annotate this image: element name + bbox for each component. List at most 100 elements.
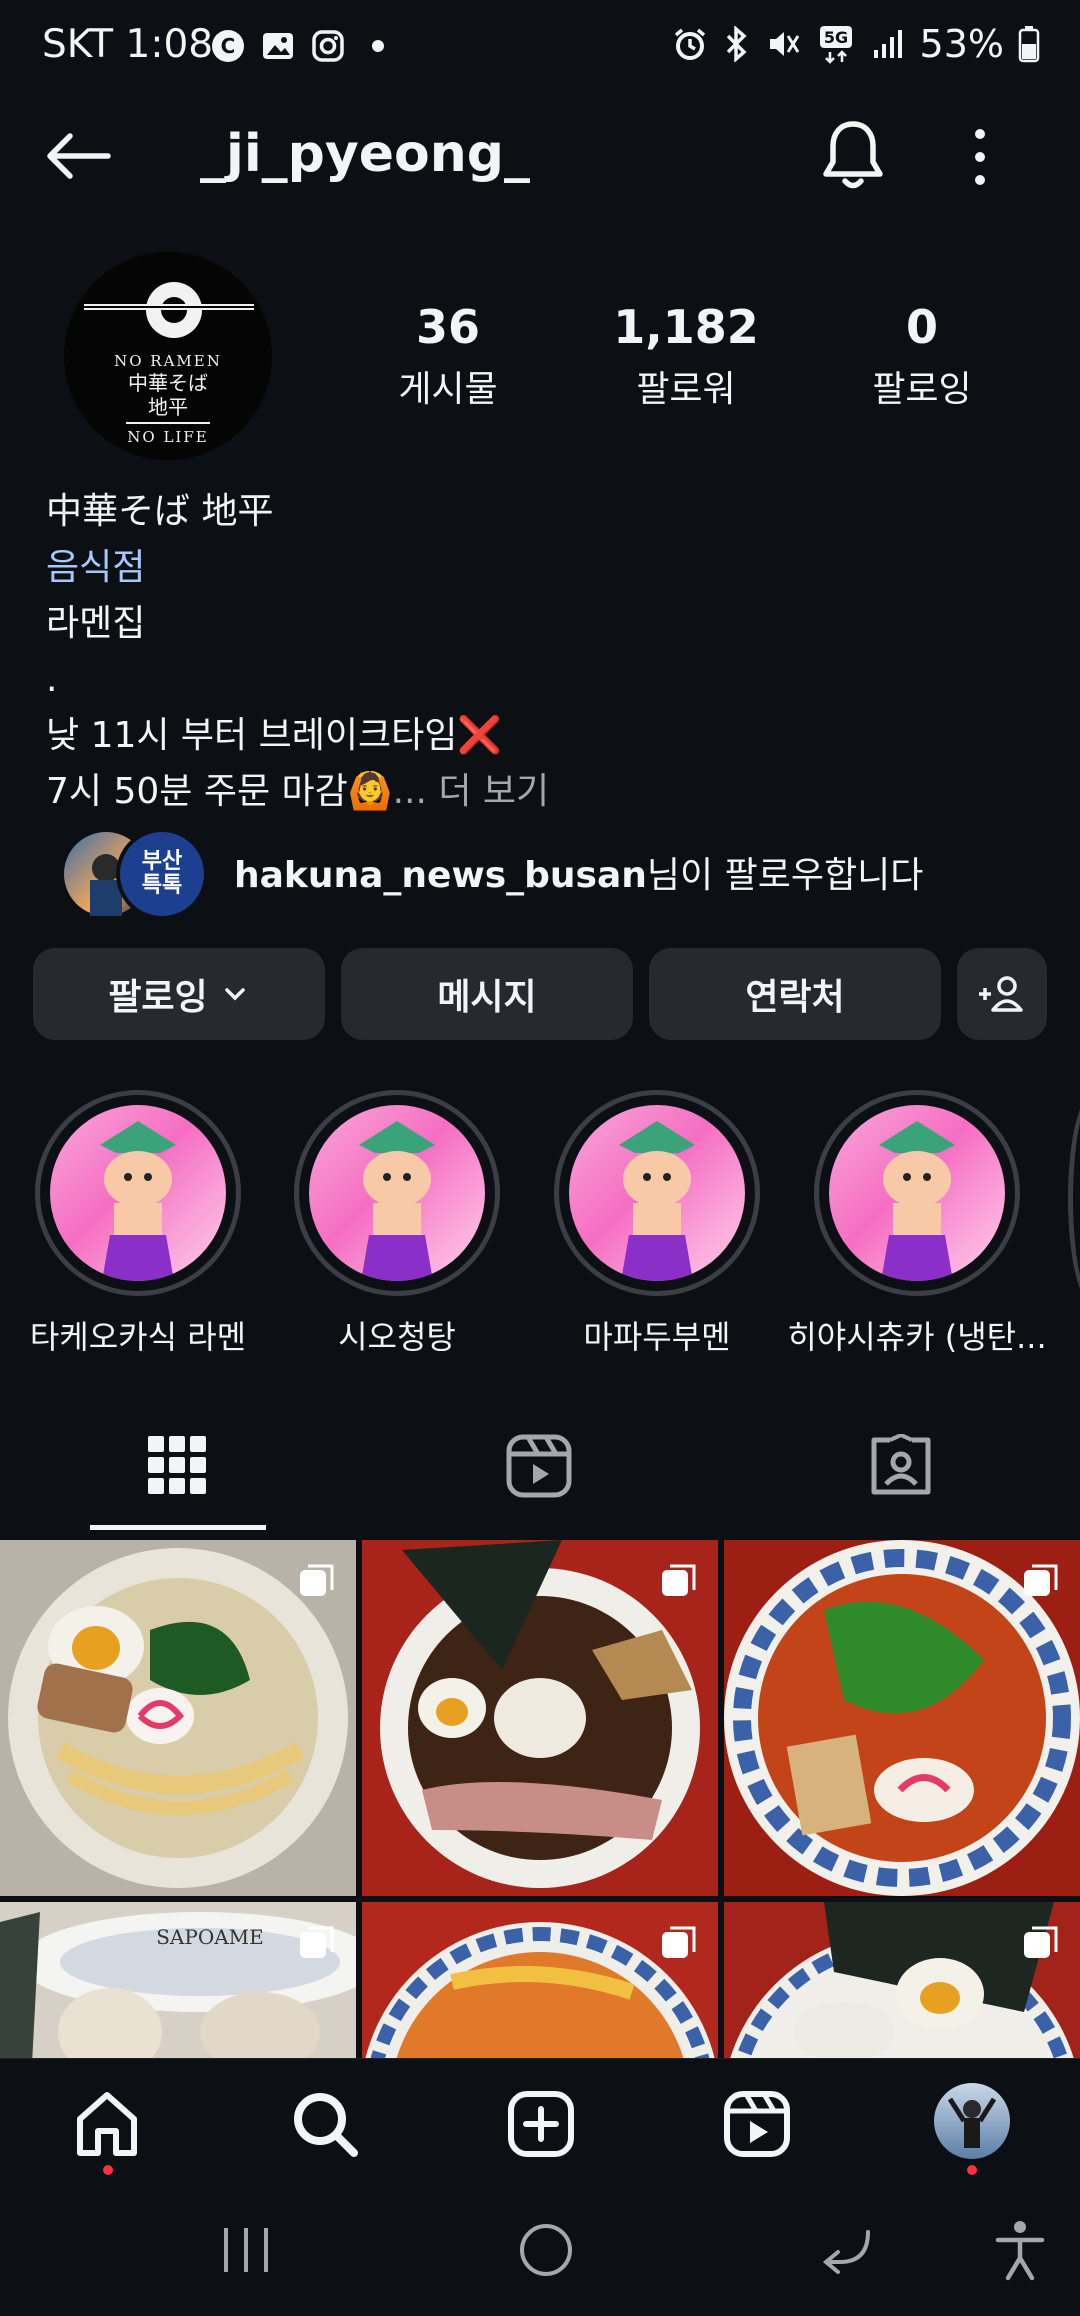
svg-text:NO LIFE: NO LIFE [127, 428, 208, 446]
contact-button[interactable]: 연락처 [649, 948, 941, 1040]
highlight-cover [569, 1105, 745, 1281]
svg-text:5G: 5G [823, 28, 847, 47]
5g-icon: 5G [819, 26, 852, 64]
status-time: SKT 1:08 [42, 22, 214, 67]
stat-following-count: 0 [905, 300, 938, 354]
highlight-label: 마파두부멘 [583, 1318, 731, 1356]
reels-tab-icon[interactable] [506, 1434, 572, 1498]
recent-apps-icon[interactable] [218, 2222, 274, 2278]
follower-avatar-2-text: 부산특톡 [141, 849, 183, 898]
battery-percent: 53% [919, 22, 1004, 66]
stat-posts[interactable]: 36 게시물 [338, 300, 558, 412]
contact-button-label: 연락처 [745, 977, 845, 1018]
profile-avatar[interactable]: NO RAMEN 中華そば 地平 NO LIFE [64, 252, 272, 460]
create-post-icon[interactable] [506, 2089, 576, 2159]
gallery-icon [263, 33, 293, 59]
highlight-cover [829, 1105, 1005, 1281]
post-thumbnail[interactable]: SAPOAME [0, 1902, 356, 2060]
home-icon[interactable] [72, 2089, 142, 2159]
bio-name: 中華そば 地平 [46, 491, 274, 532]
instagram-icon [312, 30, 344, 62]
profile-tabs [0, 1400, 1080, 1534]
back-system-icon[interactable] [820, 2222, 876, 2278]
highlight-label: 타케오카식 라멘 [29, 1318, 247, 1356]
highlight-item-partial[interactable] [1068, 1094, 1080, 1304]
highlight-item[interactable]: 타케오카식 라멘 [30, 1090, 246, 1358]
battery-icon [1018, 26, 1040, 63]
c-icon: C [212, 30, 244, 62]
bell-icon[interactable] [818, 118, 888, 192]
highlight-ring [554, 1090, 760, 1296]
followed-by-row[interactable]: 부산특톡 hakuna_news_busan님이 팔로우합니다 [60, 822, 1040, 922]
more-options-icon[interactable] [965, 124, 995, 190]
message-button-label: 메시지 [437, 977, 537, 1018]
followed-by-user[interactable]: hakuna_news_busan [234, 855, 647, 896]
multiple-photos-icon [1024, 1564, 1058, 1596]
post-thumbnail[interactable] [724, 1902, 1080, 2060]
multiple-photos-icon [300, 1926, 334, 1958]
stat-following-label: 팔로잉 [872, 369, 972, 410]
following-button-label: 팔로잉 [108, 977, 208, 1018]
message-button[interactable]: 메시지 [341, 948, 633, 1040]
multiple-photos-icon [662, 1926, 696, 1958]
suggest-users-button[interactable] [957, 948, 1047, 1040]
post-thumbnail[interactable] [362, 1540, 718, 1896]
svg-text:中華そば: 中華そば [128, 371, 208, 395]
following-button[interactable]: 팔로잉 [33, 948, 325, 1040]
stat-followers[interactable]: 1,182 팔로워 [576, 300, 796, 412]
followed-by-suffix: 님이 팔로우합니다 [646, 855, 924, 896]
home-notification-dot [103, 2165, 113, 2175]
bio-line: 낮 11시 부터 브레이크타임❌ [46, 715, 503, 756]
highlight-item[interactable]: 히야시츄카 (냉탄... [787, 1090, 1047, 1358]
stat-posts-label: 게시물 [398, 369, 498, 410]
multiple-photos-icon [300, 1564, 334, 1596]
reels-icon[interactable] [722, 2089, 792, 2159]
multiple-photos-icon [1024, 1926, 1058, 1958]
home-system-icon[interactable] [518, 2222, 574, 2278]
status-left-icons: C [210, 28, 396, 64]
follower-avatar-2: 부산특톡 [116, 828, 208, 920]
post-thumbnail[interactable] [362, 1902, 718, 2060]
stat-following[interactable]: 0 팔로잉 [812, 300, 1032, 412]
bio-line: 라멘집 [46, 603, 146, 644]
profile-tab-avatar[interactable] [934, 2083, 1010, 2159]
active-tab-indicator [90, 1525, 266, 1530]
bottom-nav [0, 2058, 1080, 2189]
followed-by-text: hakuna_news_busan님이 팔로우합니다 [234, 846, 923, 898]
accessibility-icon[interactable] [992, 2218, 1048, 2282]
highlight-cover [50, 1105, 226, 1281]
highlight-item[interactable]: 마파두부멘 [552, 1090, 762, 1358]
highlight-ring [814, 1090, 1020, 1296]
search-icon[interactable] [290, 2089, 360, 2159]
bio-more-link[interactable]: ... 더 보기 [393, 771, 550, 812]
bluetooth-icon [726, 26, 747, 62]
highlight-ring [35, 1090, 241, 1296]
alarm-icon [674, 28, 705, 60]
bio-category[interactable]: 음식점 [46, 540, 1036, 596]
grid-tab-icon[interactable] [146, 1434, 208, 1496]
stat-posts-count: 36 [415, 300, 480, 354]
svg-text:地平: 地平 [148, 395, 188, 419]
bio-line: . [46, 659, 58, 700]
highlight-ring [294, 1090, 500, 1296]
svg-text:C: C [221, 34, 236, 58]
posts-grid: SAPOAME [0, 1540, 1080, 2060]
stat-followers-label: 팔로워 [636, 369, 736, 410]
status-right-icons: 5G 53% [672, 22, 1040, 66]
highlight-item[interactable]: 시오청탕 [292, 1090, 502, 1358]
post-thumbnail[interactable] [724, 1540, 1080, 1896]
back-arrow-icon[interactable] [44, 132, 114, 180]
bio-line: 7시 50분 주문 마감🙆 [46, 771, 393, 812]
tagged-tab-icon[interactable] [868, 1434, 934, 1498]
ramen-logo-icon: NO RAMEN 中華そば 地平 NO LIFE [64, 252, 272, 460]
chevron-down-icon [224, 988, 245, 1001]
add-user-icon [979, 976, 1023, 1012]
mute-icon [769, 32, 799, 56]
svg-text:NO RAMEN: NO RAMEN [114, 352, 222, 370]
multiple-photos-icon [662, 1564, 696, 1596]
header-username: _ji_pyeong_ [200, 124, 531, 184]
bio-line-last: 7시 50분 주문 마감🙆... 더 보기 [46, 764, 1036, 820]
profile-notification-dot [967, 2165, 977, 2175]
post-thumbnail[interactable] [0, 1540, 356, 1896]
profile-header: _ji_pyeong_ [0, 110, 1080, 200]
